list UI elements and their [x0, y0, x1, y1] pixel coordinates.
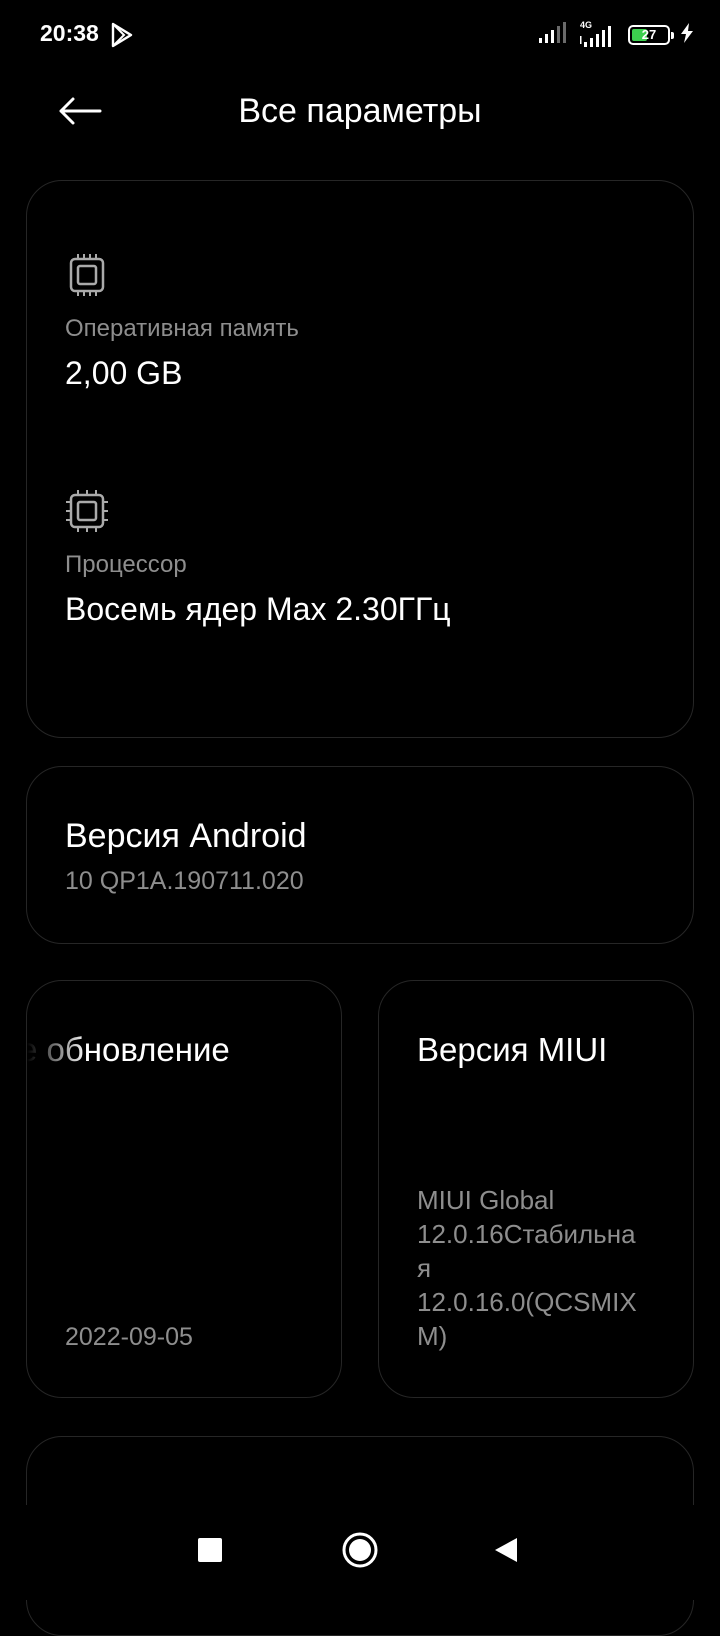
home-button[interactable]: [332, 1527, 388, 1577]
recents-button[interactable]: [182, 1527, 238, 1577]
play-store-icon: [110, 22, 134, 48]
security-update-date: 2022-09-05: [65, 1323, 193, 1351]
android-version-card[interactable]: Версия Android 10 QP1A.190711.020: [26, 766, 694, 944]
specs-card: Оперативная память 2,00 GB Процессор Вос…: [26, 180, 694, 738]
miui-version-title: Версия MIUI: [417, 1031, 608, 1068]
cpu-label: Процессор: [65, 551, 187, 578]
back-nav-button[interactable]: [478, 1527, 534, 1577]
signal-icon: [538, 21, 568, 49]
recents-square-icon: [197, 1537, 223, 1568]
signal-4g-icon: 4G: [578, 20, 618, 48]
security-update-title: е обновление: [26, 1031, 230, 1068]
android-version-value: 10 QP1A.190711.020: [65, 867, 304, 895]
ram-label: Оперативная память: [65, 315, 299, 342]
battery-level: 27: [641, 27, 657, 42]
ram-value: 2,00 GB: [65, 355, 183, 391]
navigation-bar: [0, 1505, 720, 1600]
miui-version-value: MIUI Global 12.0.16Стабильна я 12.0.16.0…: [417, 1185, 637, 1351]
chip-icon: [65, 253, 109, 297]
android-version-title: Версия Android: [65, 817, 307, 855]
miui-version-card[interactable]: Версия MIUI MIUI Global 12.0.16Стабильна…: [378, 980, 694, 1398]
status-time: 20:38: [40, 20, 99, 46]
home-circle-icon: [341, 1531, 379, 1574]
status-bar: 20:38 4G 27: [0, 0, 720, 70]
back-triangle-icon: [493, 1536, 519, 1569]
charging-bolt-icon: [680, 22, 694, 48]
battery-icon: 27: [628, 25, 674, 45]
cpu-value: Восемь ядер Max 2.30ГГц: [65, 591, 451, 627]
header: Все параметры: [0, 70, 720, 160]
status-icons: 4G 27: [538, 20, 694, 50]
security-update-card[interactable]: е обновление 2022-09-05: [26, 980, 342, 1398]
page-title: Все параметры: [238, 92, 482, 130]
processor-icon: [65, 489, 109, 533]
